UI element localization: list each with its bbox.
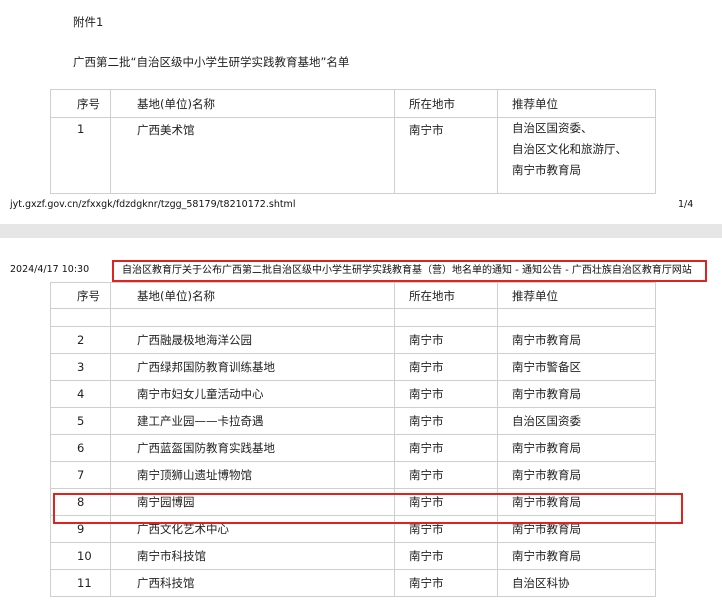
row-recommender: 南宁市教育局: [497, 434, 656, 462]
header-recommender: 推荐单位: [497, 89, 656, 118]
row-city: 南宁市: [394, 117, 498, 194]
row-seq: 2: [50, 326, 111, 354]
recommender-line: 自治区国资委、: [512, 121, 593, 135]
table-row: 11 广西科技馆 南宁市 自治区科协: [50, 569, 656, 597]
header-recommender: 推荐单位: [497, 282, 656, 309]
table-row: 7 南宁顶狮山遗址博物馆 南宁市 南宁市教育局: [50, 461, 656, 489]
row-name: 南宁顶狮山遗址博物馆: [110, 461, 395, 489]
row-recommender: 南宁市教育局: [497, 461, 656, 489]
row-city: 南宁市: [394, 407, 498, 435]
row-name: 广西科技馆: [110, 569, 395, 597]
row-recommender: 南宁市警备区: [497, 353, 656, 381]
row-city: 南宁市: [394, 569, 498, 597]
base-list-table-page2: 序号 基地(单位)名称 所在地市 推荐单位 2 广西融晟极地海洋公园 南宁市 南宁市教…: [50, 282, 656, 597]
footer-url: jyt.gxzf.gov.cn/zfxxgk/fdzdgknr/tzgg_581…: [10, 199, 296, 210]
row-city: 南宁市: [394, 380, 498, 408]
row-seq: 5: [50, 407, 111, 435]
table-row: 5 建工产业园——卡拉奇遇 南宁市 自治区国资委: [50, 407, 656, 435]
row-recommender: 南宁市教育局: [497, 326, 656, 354]
row-name: 广西蓝盔国防教育实践基地: [110, 434, 395, 462]
row-seq: 4: [50, 380, 111, 408]
row-city: 南宁市: [394, 353, 498, 381]
row-city: 南宁市: [394, 326, 498, 354]
row-seq: 11: [50, 569, 111, 597]
row-recommender: 自治区国资委: [497, 407, 656, 435]
page-number: 1/4: [678, 199, 694, 210]
row-name: 广西绿邦国防教育训练基地: [110, 353, 395, 381]
table-row: 3 广西绿邦国防教育训练基地 南宁市 南宁市警备区: [50, 353, 656, 381]
print-page-2: 2024/4/17 10:30 自治区教育厅关于公布广西第二批自治区级中小学生研…: [0, 238, 722, 604]
header-city: 所在地市: [394, 89, 498, 118]
header-city: 所在地市: [394, 282, 498, 309]
recommender-line: 自治区文化和旅游厅、: [512, 142, 627, 156]
print-page-1: 附件1 广西第二批“自治区级中小学生研学实践教育基地”名单 序号 基地(单位)名…: [0, 0, 722, 224]
page-title-highlight: 自治区教育厅关于公布广西第二批自治区级中小学生研学实践教育基（营）地名单的通知 …: [112, 260, 707, 282]
header-seq: 序号: [50, 89, 111, 118]
table-header-row: 序号 基地(单位)名称 所在地市 推荐单位: [50, 89, 656, 118]
print-datetime: 2024/4/17 10:30: [10, 264, 90, 275]
row-recommenders: 自治区国资委、 自治区文化和旅游厅、 南宁市教育局: [497, 117, 656, 194]
row-highlight-box: [53, 493, 683, 524]
table-row: 4 南宁市妇女儿童活动中心 南宁市 南宁市教育局: [50, 380, 656, 408]
attachment-label: 附件1: [73, 15, 104, 29]
row-seq: 7: [50, 461, 111, 489]
row-recommender: 南宁市教育局: [497, 380, 656, 408]
row-seq: 1: [50, 117, 111, 194]
table-row: 1 广西美术馆 南宁市 自治区国资委、 自治区文化和旅游厅、 南宁市教育局: [50, 117, 656, 194]
row-seq: 10: [50, 542, 111, 570]
row-name: 南宁市科技馆: [110, 542, 395, 570]
row-city: 南宁市: [394, 434, 498, 462]
table-header-row: 序号 基地(单位)名称 所在地市 推荐单位: [50, 282, 656, 309]
row-name: 建工产业园——卡拉奇遇: [110, 407, 395, 435]
recommender-line: 南宁市教育局: [512, 163, 581, 177]
table-row: 10 南宁市科技馆 南宁市 南宁市教育局: [50, 542, 656, 570]
page-separator: [0, 224, 722, 238]
header-name: 基地(单位)名称: [110, 89, 395, 118]
row-name: 南宁市妇女儿童活动中心: [110, 380, 395, 408]
row-name: 广西融晟极地海洋公园: [110, 326, 395, 354]
header-name: 基地(单位)名称: [110, 282, 395, 309]
row-recommender: 自治区科协: [497, 569, 656, 597]
header-seq: 序号: [50, 282, 111, 309]
row-city: 南宁市: [394, 542, 498, 570]
row-name: 广西美术馆: [110, 117, 395, 194]
document-title: 广西第二批“自治区级中小学生研学实践教育基地”名单: [73, 55, 350, 69]
print-page-title: 自治区教育厅关于公布广西第二批自治区级中小学生研学实践教育基（营）地名单的通知 …: [122, 265, 692, 276]
row-city: 南宁市: [394, 461, 498, 489]
row-seq: 6: [50, 434, 111, 462]
table-row-continuation: [50, 308, 656, 327]
table-row: 6 广西蓝盔国防教育实践基地 南宁市 南宁市教育局: [50, 434, 656, 462]
row-seq: 3: [50, 353, 111, 381]
table-row: 2 广西融晟极地海洋公园 南宁市 南宁市教育局: [50, 326, 656, 354]
row-recommender: 南宁市教育局: [497, 542, 656, 570]
base-list-table-page1: 序号 基地(单位)名称 所在地市 推荐单位 1 广西美术馆 南宁市 自治区国资委…: [50, 89, 656, 194]
